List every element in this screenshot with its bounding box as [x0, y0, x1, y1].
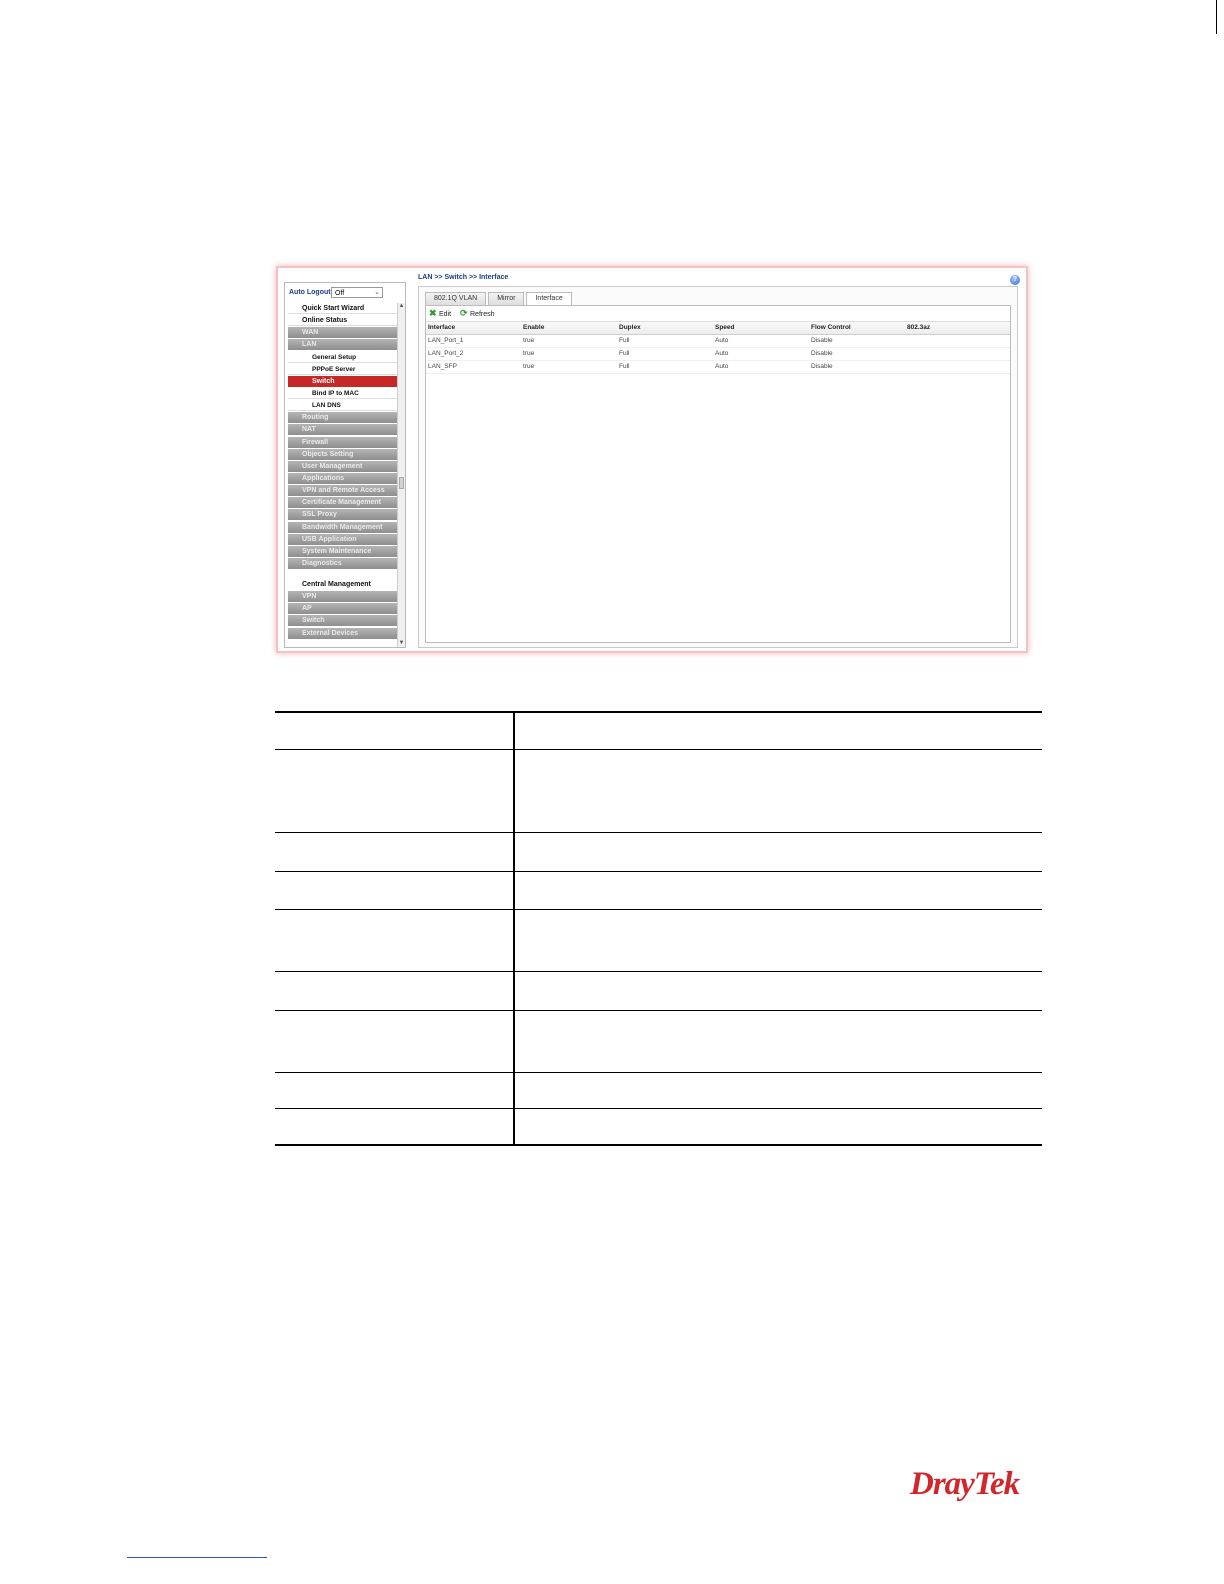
cell-speed: Auto	[715, 363, 729, 370]
table-column-divider	[513, 711, 515, 1146]
sidebar-item-certificate-management[interactable]: Certificate Management	[288, 497, 398, 509]
auto-logout-label: Auto Logout	[289, 289, 331, 296]
table-rule	[275, 711, 1042, 713]
table-rule	[275, 871, 1042, 872]
table-row[interactable]: LAN_SFP true Full Auto Disable	[426, 361, 1010, 374]
cell-duplex: Full	[619, 337, 630, 344]
sidebar-item-switch[interactable]: Switch	[288, 615, 398, 627]
cell-enable: true	[523, 350, 535, 357]
sidebar-item-firewall[interactable]: Firewall	[288, 436, 398, 448]
sidebar-item-ap[interactable]: AP	[288, 603, 398, 615]
grid-toolbar: ✖ Edit ⟳ Refresh	[426, 306, 1010, 322]
refresh-icon: ⟳	[460, 308, 468, 318]
sidebar-item-lan[interactable]: LAN	[288, 339, 398, 351]
sidebar-item-pppoe-server[interactable]: PPPoE Server	[288, 363, 398, 375]
table-row[interactable]: LAN_Port_2 true Full Auto Disable	[426, 348, 1010, 361]
sidebar-menu: Quick Start Wizard Online Status WAN LAN Gen…	[288, 303, 398, 640]
main-content: LAN >> Switch >> Interface ? 802.1Q VLAN…	[416, 272, 1020, 648]
table-rule	[275, 971, 1042, 972]
tab-interface[interactable]: Interface	[526, 292, 572, 306]
cell-flow-control: Disable	[811, 350, 833, 357]
cell-flow-control: Disable	[811, 363, 833, 370]
col-speed[interactable]: Speed	[715, 322, 735, 334]
sidebar-scrollbar[interactable]: ▲ ▼	[397, 303, 405, 647]
sidebar-item-wan[interactable]: WAN	[288, 327, 398, 339]
chevron-down-icon: ⌄	[374, 289, 380, 296]
col-interface[interactable]: Interface	[428, 322, 455, 334]
sidebar-item-objects-setting[interactable]: Objects Setting	[288, 448, 398, 460]
description-table	[275, 711, 1042, 1146]
scroll-up-icon[interactable]: ▲	[398, 303, 405, 310]
refresh-label: Refresh	[470, 311, 495, 318]
interface-grid: ✖ Edit ⟳ Refresh Interface Enable Duplex S…	[425, 305, 1011, 643]
col-802-3az[interactable]: 802.3az	[907, 322, 930, 334]
sidebar-item-usb-application[interactable]: USB Application	[288, 533, 398, 545]
sidebar-item-routing[interactable]: Routing	[288, 412, 398, 424]
sidebar-item-vpn-and-remote-access[interactable]: VPN and Remote Access	[288, 485, 398, 497]
auto-logout-value: Off	[335, 290, 345, 297]
cell-interface: LAN_SFP	[428, 363, 457, 370]
tab-mirror[interactable]: Mirror	[488, 292, 525, 305]
page-top-rule	[1216, 0, 1217, 34]
cell-duplex: Full	[619, 350, 630, 357]
cell-interface: LAN_Port_1	[428, 337, 464, 344]
cell-enable: true	[523, 337, 535, 344]
interface-panel: 802.1Q VLAN Mirror Interface ✖ Edit ⟳ Refr…	[418, 286, 1018, 648]
sidebar-item-general-setup[interactable]: General Setup	[288, 351, 398, 363]
sidebar-item-nat[interactable]: NAT	[288, 424, 398, 436]
sidebar-item-ssl-proxy[interactable]: SSL Proxy	[288, 509, 398, 521]
col-enable[interactable]: Enable	[523, 322, 544, 334]
sidebar-item-bind-ip-to-mac[interactable]: Bind IP to MAC	[288, 387, 398, 399]
scroll-down-icon[interactable]: ▼	[398, 640, 405, 647]
sidebar-item-switch[interactable]: Switch	[288, 375, 398, 387]
auto-logout-select[interactable]: Off ⌄	[331, 287, 383, 298]
sidebar-item-user-management[interactable]: User Management	[288, 460, 398, 472]
sidebar-item-lan-dns[interactable]: LAN DNS	[288, 400, 398, 412]
col-flow-control[interactable]: Flow Control	[811, 322, 851, 334]
table-rule	[275, 909, 1042, 910]
sidebar-item-applications[interactable]: Applications	[288, 472, 398, 484]
cell-flow-control: Disable	[811, 337, 833, 344]
sidebar-item-external-devices[interactable]: External Devices	[288, 627, 398, 639]
breadcrumb: LAN >> Switch >> Interface	[418, 274, 509, 281]
sidebar-item-central-management: Central Management	[288, 578, 398, 590]
cell-duplex: Full	[619, 363, 630, 370]
tab-bar: 802.1Q VLAN Mirror Interface	[425, 292, 574, 306]
cell-speed: Auto	[715, 337, 729, 344]
edit-label: Edit	[439, 311, 452, 318]
sidebar-item-quick-start-wizard[interactable]: Quick Start Wizard	[288, 303, 398, 314]
table-row[interactable]: LAN_Port_1 true Full Auto Disable	[426, 335, 1010, 348]
sidebar-item-bandwidth-management[interactable]: Bandwidth Management	[288, 521, 398, 533]
cell-speed: Auto	[715, 350, 729, 357]
help-icon[interactable]: ?	[1010, 275, 1020, 285]
cell-interface: LAN_Port_2	[428, 350, 464, 357]
sidebar-item-system-maintenance[interactable]: System Maintenance	[288, 545, 398, 557]
table-rule	[275, 832, 1042, 833]
table-rule	[275, 1144, 1042, 1146]
sidebar-item-vpn[interactable]: VPN	[288, 591, 398, 603]
refresh-button[interactable]: ⟳ Refresh	[460, 308, 495, 320]
table-header: Interface Enable Duplex Speed Flow Contr…	[426, 322, 1010, 335]
table-rule	[275, 749, 1042, 750]
sidebar-item-online-status[interactable]: Online Status	[288, 315, 398, 327]
sidebar-item-diagnostics[interactable]: Diagnostics	[288, 557, 398, 569]
table-rule	[275, 1072, 1042, 1073]
draytek-logo: DrayTek	[910, 1466, 1020, 1502]
table-rule	[275, 1010, 1042, 1011]
footer-rule	[127, 1557, 267, 1558]
tab-802-1q-vlan[interactable]: 802.1Q VLAN	[425, 292, 487, 305]
col-duplex[interactable]: Duplex	[619, 322, 641, 334]
cell-enable: true	[523, 363, 535, 370]
table-rule	[275, 1108, 1042, 1109]
scroll-thumb[interactable]	[399, 477, 404, 489]
sidebar: Auto Logout Off ⌄ Quick Start Wizard Onli…	[284, 282, 406, 648]
edit-icon: ✖	[429, 308, 437, 318]
router-screenshot: Auto Logout Off ⌄ Quick Start Wizard Onli…	[276, 266, 1028, 653]
edit-button[interactable]: ✖ Edit	[429, 308, 451, 320]
